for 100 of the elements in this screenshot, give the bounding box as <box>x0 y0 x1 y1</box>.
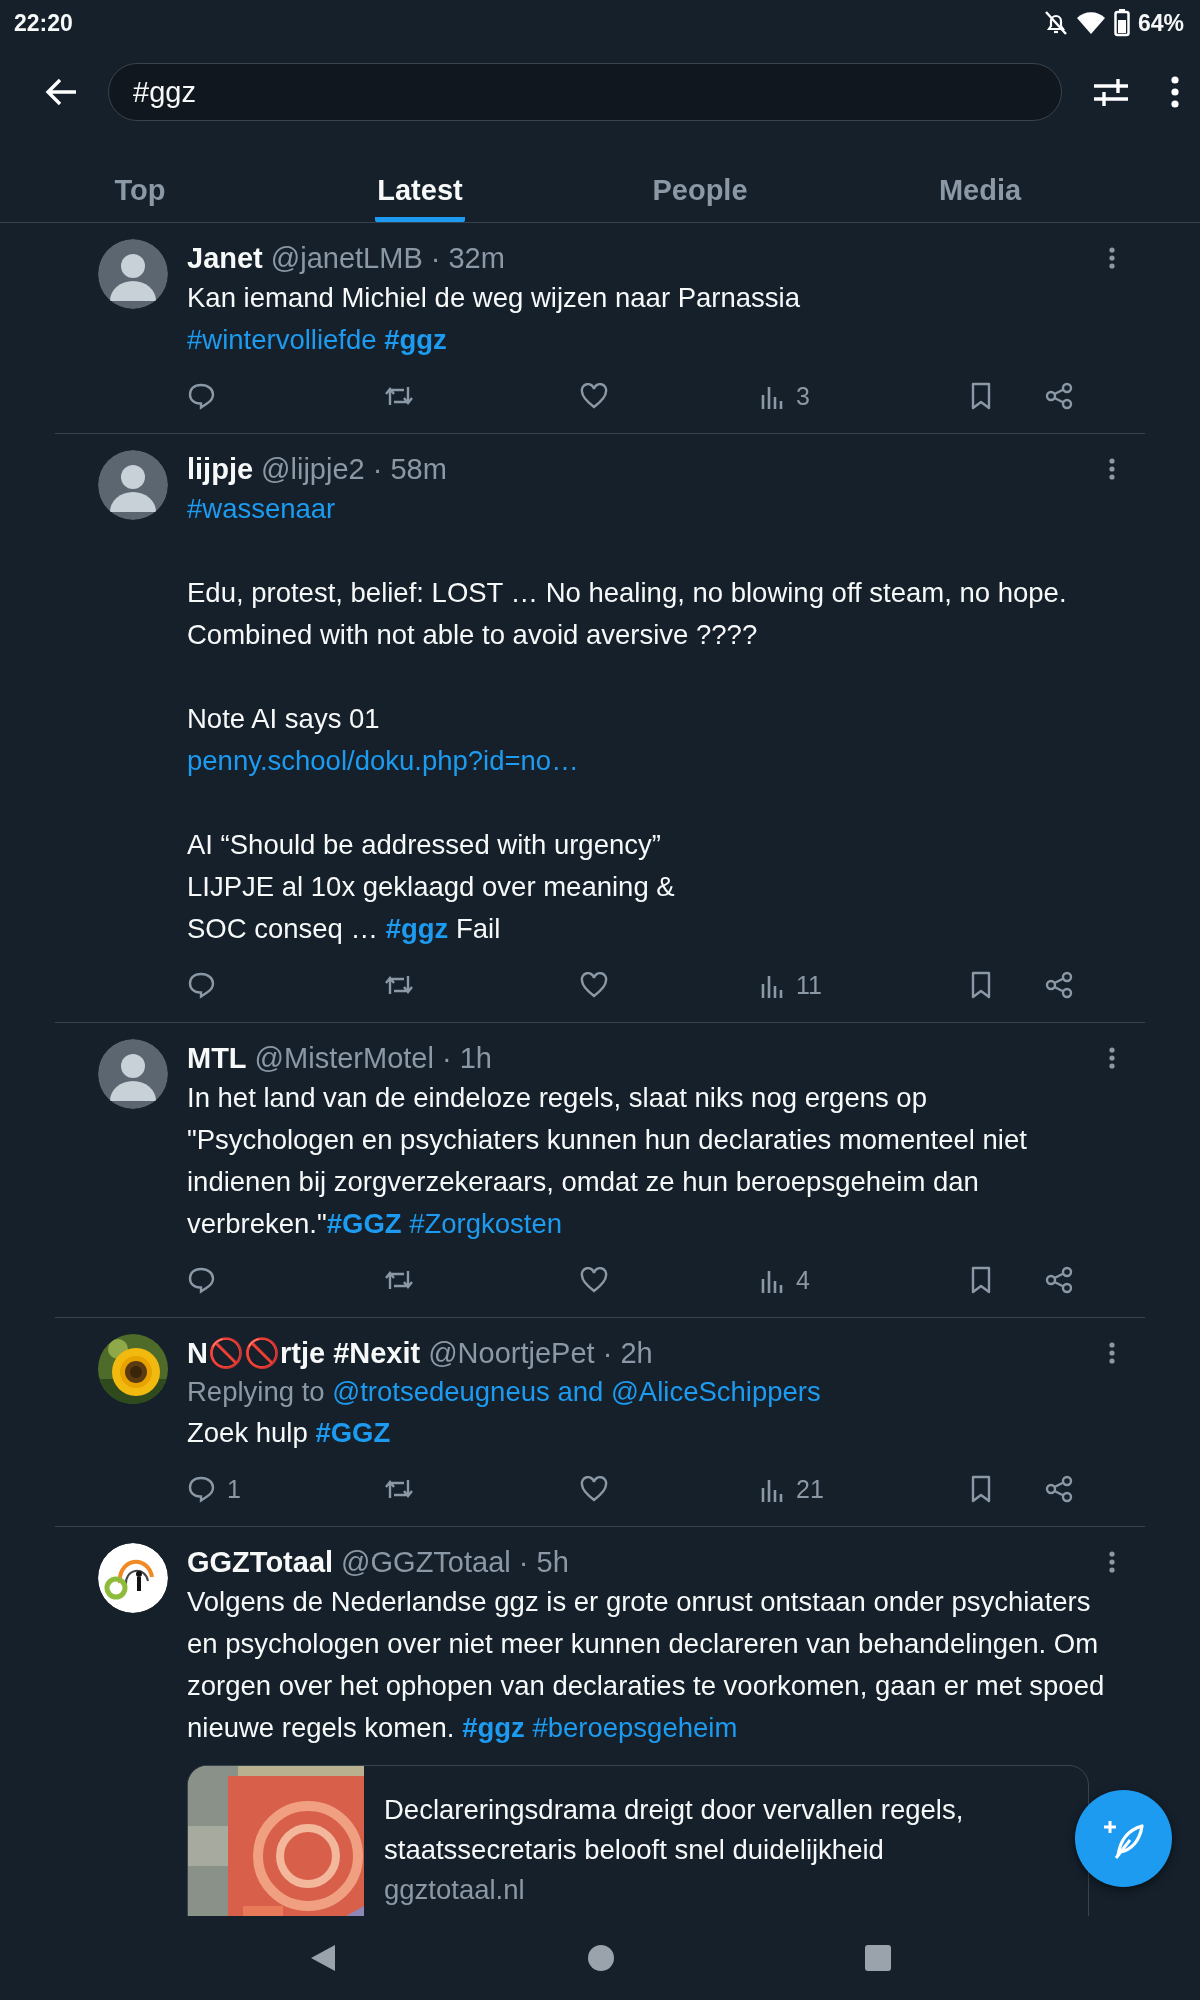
more-button[interactable] <box>1109 247 1115 269</box>
count: 1 <box>227 1474 241 1504</box>
author-name: GGZTotaal <box>187 1545 334 1579</box>
tab[interactable]: Top <box>0 138 280 222</box>
more-button[interactable] <box>1109 1047 1115 1069</box>
bell-off-icon <box>1043 10 1068 36</box>
author-handle: @GGZTotaal · 5h <box>341 1545 570 1579</box>
hashtag-link[interactable]: #GGZ <box>315 1417 391 1448</box>
bookmark-button[interactable] <box>970 382 992 410</box>
circle-home-icon <box>587 1944 615 1972</box>
wifi-icon <box>1075 11 1106 35</box>
author-handle: @MisterMotel · 1h <box>254 1041 493 1075</box>
bookmark-icon <box>970 1266 992 1294</box>
more-icon <box>1109 1047 1115 1069</box>
count: 3 <box>796 381 810 411</box>
like-button[interactable] <box>580 972 608 998</box>
replying-to-text: Replying to @trotsedeugneus and @AliceSchippers <box>187 1375 822 1409</box>
home-button[interactable] <box>587 1944 615 1972</box>
share-button[interactable] <box>1045 1266 1073 1294</box>
link-card[interactable]: Declareringsdrama dreigt door vervallen regels, staatssecretaris belooft snel duidelijkheid ggztotaal.nl <box>187 1765 1089 1916</box>
share-icon <box>1045 382 1073 410</box>
more-button[interactable] <box>1109 458 1115 480</box>
count: 4 <box>796 1265 810 1295</box>
author-name: MTL <box>187 1041 247 1075</box>
share-icon <box>1045 1266 1073 1294</box>
more-button[interactable] <box>1170 75 1180 109</box>
logo-icon <box>98 1543 168 1613</box>
views-button[interactable]: 4 <box>760 1265 810 1295</box>
bookmark-icon <box>970 1475 992 1503</box>
heart-icon <box>580 1476 608 1502</box>
triangle-back-icon <box>309 1943 337 1973</box>
mention-link[interactable]: @trotsedeugneus and @AliceSchippers <box>332 1376 821 1407</box>
bookmark-icon <box>970 971 992 999</box>
hashtag-link[interactable]: #Zorgkosten <box>409 1208 563 1239</box>
author-name: N🚫🚫rtje #Nexit <box>187 1336 421 1370</box>
tab[interactable]: Media <box>840 138 1120 222</box>
author-handle: @NoortjePet · 2h <box>428 1336 654 1370</box>
more-button[interactable] <box>1109 1342 1115 1364</box>
reply-button[interactable] <box>187 1266 215 1294</box>
share-icon <box>1045 1475 1073 1503</box>
reply-icon <box>187 382 215 410</box>
more-icon <box>1109 1551 1115 1573</box>
count: 11 <box>796 970 822 1000</box>
avatar <box>98 1039 168 1109</box>
back-button[interactable] <box>309 1943 337 1973</box>
avatar <box>98 239 168 309</box>
more-icon <box>1109 1342 1115 1364</box>
hashtag-link[interactable]: #ggz <box>384 324 447 355</box>
reply-icon <box>187 1266 215 1294</box>
reply-button[interactable] <box>187 382 215 410</box>
card-title: Declareringsdrama dreigt door vervallen regels, staatssecretaris belooft snel duidelijkheid <box>384 1793 965 1867</box>
like-button[interactable] <box>580 1476 608 1502</box>
reply-button[interactable]: 1 <box>187 1474 241 1504</box>
tab[interactable]: Latest <box>280 138 560 222</box>
tweet-text: Kan iemand Michiel de weg wijzen naar Parnassia #wintervolliefde #ggz <box>187 281 801 357</box>
hashtag-link[interactable]: #GGZ <box>326 1208 410 1239</box>
bookmark-button[interactable] <box>970 971 992 999</box>
card-domain: ggztotaal.nl <box>384 1873 526 1907</box>
bookmark-button[interactable] <box>970 1266 992 1294</box>
share-button[interactable] <box>1045 1475 1073 1503</box>
views-button[interactable]: 3 <box>760 381 810 411</box>
search-field[interactable]: #ggz <box>108 63 1062 121</box>
hashtag-link[interactable]: #beroepsgeheim <box>532 1712 738 1743</box>
more-icon <box>1170 75 1180 109</box>
url-link[interactable]: penny.school/doku.php?id=no… <box>187 745 579 776</box>
views-button[interactable]: 21 <box>760 1474 824 1504</box>
tweet-text: Zoek hulp #GGZ <box>187 1416 392 1450</box>
hashtag-link[interactable]: #ggz <box>462 1712 533 1743</box>
clock-time: 22:20 <box>14 9 74 37</box>
author-name: lijpje <box>187 452 254 486</box>
heart-icon <box>580 383 608 409</box>
like-button[interactable] <box>580 1267 608 1293</box>
tab[interactable]: People <box>560 138 840 222</box>
views-button[interactable]: 11 <box>760 970 822 1000</box>
hashtag-link[interactable]: #wassenaar <box>187 493 336 524</box>
share-button[interactable] <box>1045 971 1073 999</box>
reply-icon <box>187 971 215 999</box>
share-icon <box>1045 971 1073 999</box>
reply-icon <box>187 1475 215 1503</box>
more-button[interactable] <box>1109 1551 1115 1573</box>
share-button[interactable] <box>1045 382 1073 410</box>
author-handle: @janetLMB · 32m <box>270 241 506 275</box>
author-name: Janet <box>187 241 263 275</box>
like-button[interactable] <box>580 383 608 409</box>
heart-icon <box>580 972 608 998</box>
tweet-text: In het land van de eindeloze regels, slaat niks nog ergens op "Psychologen en psychiaters kunnen hun declaraties momenteel niet indienen bij zorgverzekeraars, omdat ze hun beroepsgeheim dan verbreken."#GGZ #Zorgkosten <box>187 1081 1028 1241</box>
count: 21 <box>796 1474 824 1504</box>
avatar <box>98 450 168 520</box>
more-icon <box>1109 458 1115 480</box>
battery-level: 64% <box>1137 9 1184 37</box>
hashtag-link[interactable]: #wintervolliefde <box>187 324 385 355</box>
bookmark-button[interactable] <box>970 1475 992 1503</box>
tweet-text: #wassenaar Edu, protest, belief: LOST … No healing, no blowing off steam, no hope. Combined with not able to avoid aversive ???? Note AI says 01 penny.school/doku.php?id=no… AI “Should be addressed with urgency” LIJPJE al 10x geklaagd over meaning & SOC conseq … #ggz Fail <box>187 492 1068 946</box>
more-icon <box>1109 247 1115 269</box>
hashtag-link[interactable]: #ggz <box>385 913 449 944</box>
back-arrow-icon <box>44 77 78 107</box>
square-recents-icon <box>865 1945 891 1971</box>
battery-icon <box>1113 9 1130 37</box>
reply-button[interactable] <box>187 971 215 999</box>
back-button[interactable] <box>44 77 78 107</box>
